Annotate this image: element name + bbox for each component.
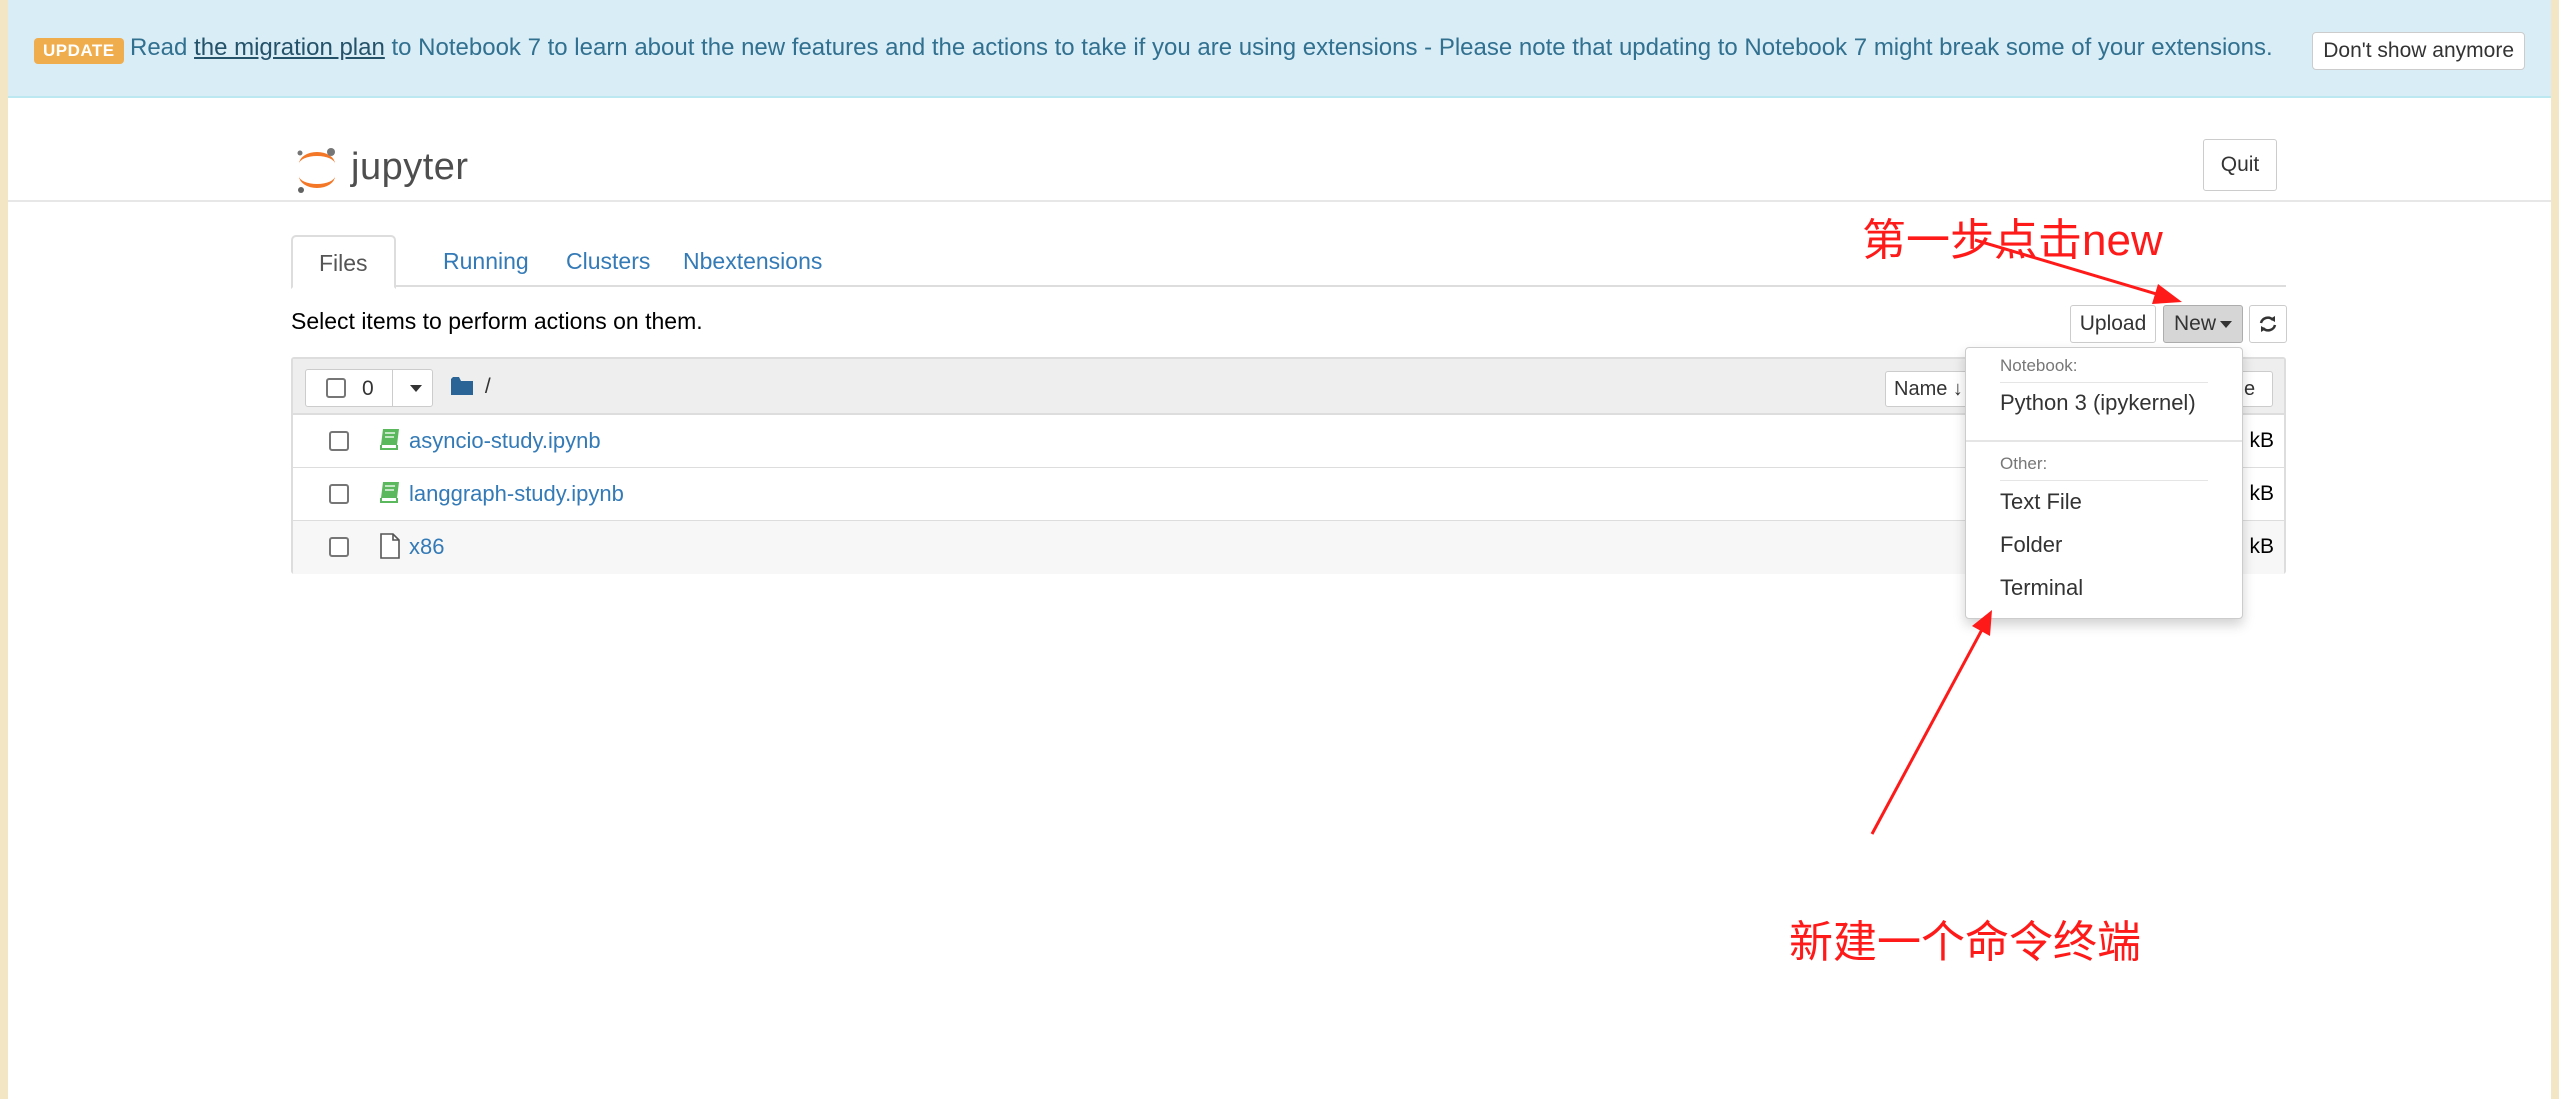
arrow-to-new-button <box>1974 238 2171 300</box>
arrow-head-icon <box>2152 284 2182 304</box>
annotation-arrows <box>1870 238 2182 835</box>
arrow-to-terminal <box>1870 623 1987 835</box>
